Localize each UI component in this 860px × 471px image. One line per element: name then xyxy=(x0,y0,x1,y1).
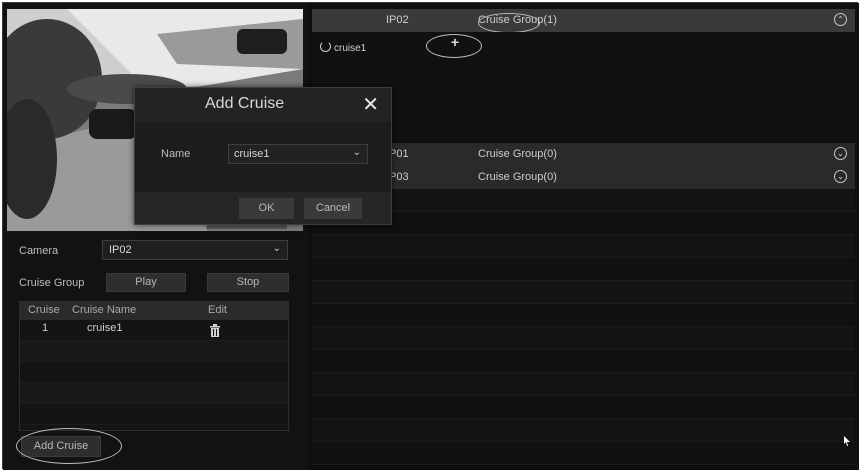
cruise-group-header[interactable]: IP03 Cruise Group(0) ⌄ xyxy=(312,166,855,189)
table-row-empty xyxy=(20,404,288,425)
cruise-number: 1 xyxy=(42,322,49,334)
cruise-item[interactable]: cruise1 xyxy=(320,41,366,54)
group-name: Cruise Group(0) xyxy=(478,148,557,160)
name-label: Name xyxy=(161,148,191,160)
cruise-item-label: cruise1 xyxy=(334,43,367,54)
cruise-table-header: Cruise Cruise Name Edit xyxy=(20,302,288,320)
dialog-title: Add Cruise xyxy=(205,95,285,112)
name-select[interactable]: cruise1 ⌄ xyxy=(228,144,368,164)
refresh-icon xyxy=(320,41,331,52)
right-panel: IP02 Cruise Group(1) ⌃ cruise1 + IP01 Cr… xyxy=(308,3,859,470)
chevron-down-icon[interactable]: ⌄ xyxy=(834,170,847,183)
column-header-cruise-name: Cruise Name xyxy=(72,304,137,316)
chevron-down-icon: ⌄ xyxy=(272,243,281,254)
group-camera: IP02 xyxy=(386,14,409,26)
mouse-cursor-icon xyxy=(844,436,850,446)
camera-select[interactable]: IP02 ⌄ xyxy=(102,240,288,260)
cruise-group-label: Cruise Group xyxy=(19,277,85,289)
camera-select-value: IP02 xyxy=(109,244,132,256)
name-select-value: cruise1 xyxy=(234,148,270,160)
cruise-group-header[interactable]: IP02 Cruise Group(1) ⌃ xyxy=(312,9,855,33)
chevron-up-icon[interactable]: ⌃ xyxy=(834,13,847,26)
group-name: Cruise Group(0) xyxy=(478,171,557,183)
table-row-empty xyxy=(20,341,288,362)
column-header-edit: Edit xyxy=(208,304,227,316)
close-icon[interactable]: ✕ xyxy=(362,92,379,117)
play-button[interactable]: Play xyxy=(106,273,186,292)
chevron-down-icon[interactable]: ⌄ xyxy=(834,147,847,160)
left-panel: Camera IP02 ⌄ Cruise Group Play Stop Cru… xyxy=(3,3,308,470)
highlight-ring xyxy=(16,428,122,464)
table-row-empty xyxy=(20,362,288,383)
trash-icon[interactable] xyxy=(209,324,221,337)
cancel-button[interactable]: Cancel xyxy=(304,198,362,219)
camera-label: Camera xyxy=(19,245,59,257)
cruise-group-body: cruise1 + xyxy=(312,32,855,140)
highlight-ring xyxy=(426,34,482,58)
dialog-header: Add Cruise ✕ xyxy=(135,88,391,122)
table-row-empty xyxy=(20,383,288,404)
app-frame: Camera IP02 ⌄ Cruise Group Play Stop Cru… xyxy=(2,2,859,470)
column-header-cruise: Cruise xyxy=(28,304,60,316)
add-cruise-dialog: Add Cruise ✕ Name cruise1 ⌄ OK Cancel xyxy=(134,87,392,225)
stop-button[interactable]: Stop xyxy=(207,273,289,292)
cruise-name: cruise1 xyxy=(87,322,123,334)
cruise-group-header[interactable]: IP01 Cruise Group(0) ⌄ xyxy=(312,143,855,166)
highlight-ring xyxy=(478,13,540,33)
table-row[interactable]: 1 cruise1 xyxy=(20,320,288,341)
chevron-down-icon: ⌄ xyxy=(352,147,361,158)
ok-button[interactable]: OK xyxy=(239,198,294,219)
cruise-table: Cruise Cruise Name Edit 1 cruise1 xyxy=(19,301,289,431)
